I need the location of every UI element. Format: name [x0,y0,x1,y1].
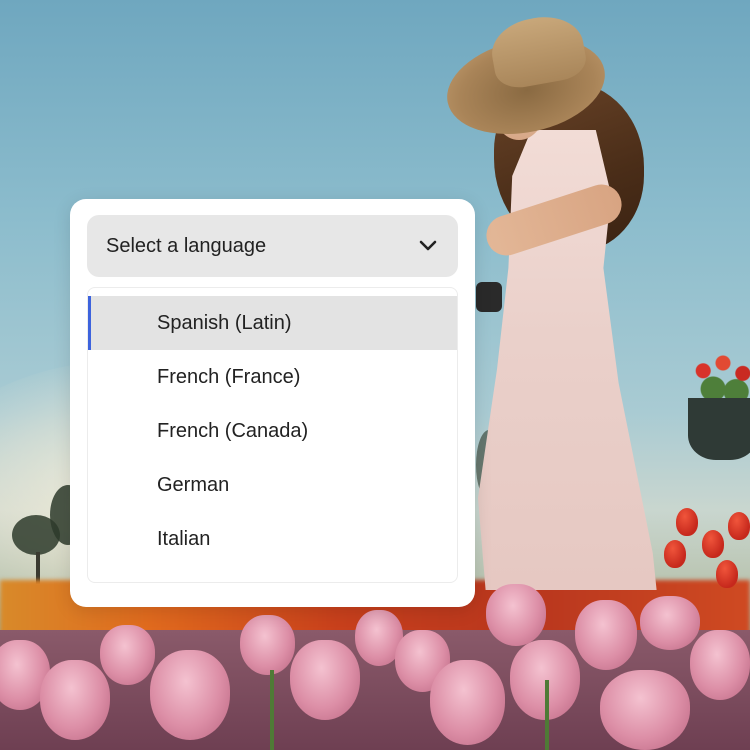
language-options-list: Spanish (Latin) French (France) French (… [87,287,458,583]
language-picker-button[interactable]: Select a language [87,215,458,277]
pink-tulip [290,640,360,720]
pink-tulip [240,615,295,675]
language-option-french-canada[interactable]: French (Canada) [88,404,457,458]
pink-tulip [430,660,505,745]
camera [476,282,502,312]
language-dropdown-panel: Select a language Spanish (Latin) French… [70,199,475,607]
language-option-german[interactable]: German [88,458,457,512]
red-tulip [676,508,698,536]
pink-tulip [575,600,637,670]
red-tulip [702,530,724,558]
pink-tulip [690,630,750,700]
pink-tulip [640,596,700,650]
language-option-spanish-latin[interactable]: Spanish (Latin) [88,296,457,350]
hanging-planter-flowers [690,350,750,402]
pink-tulip [600,670,690,750]
pink-tulip [40,660,110,740]
background-photo: Select a language Spanish (Latin) French… [0,0,750,750]
language-option-french-france[interactable]: French (France) [88,350,457,404]
chevron-down-icon [418,236,438,256]
language-picker-label: Select a language [106,234,267,257]
pink-tulip [486,584,546,646]
pink-tulip [100,625,155,685]
tulip-stem [545,680,549,750]
hanging-planter [688,398,750,460]
tulip-stem [270,670,274,750]
red-tulip [664,540,686,568]
red-tulip [728,512,750,540]
language-option-italian[interactable]: Italian [88,512,457,566]
pink-tulip [150,650,230,740]
red-tulip [716,560,738,588]
